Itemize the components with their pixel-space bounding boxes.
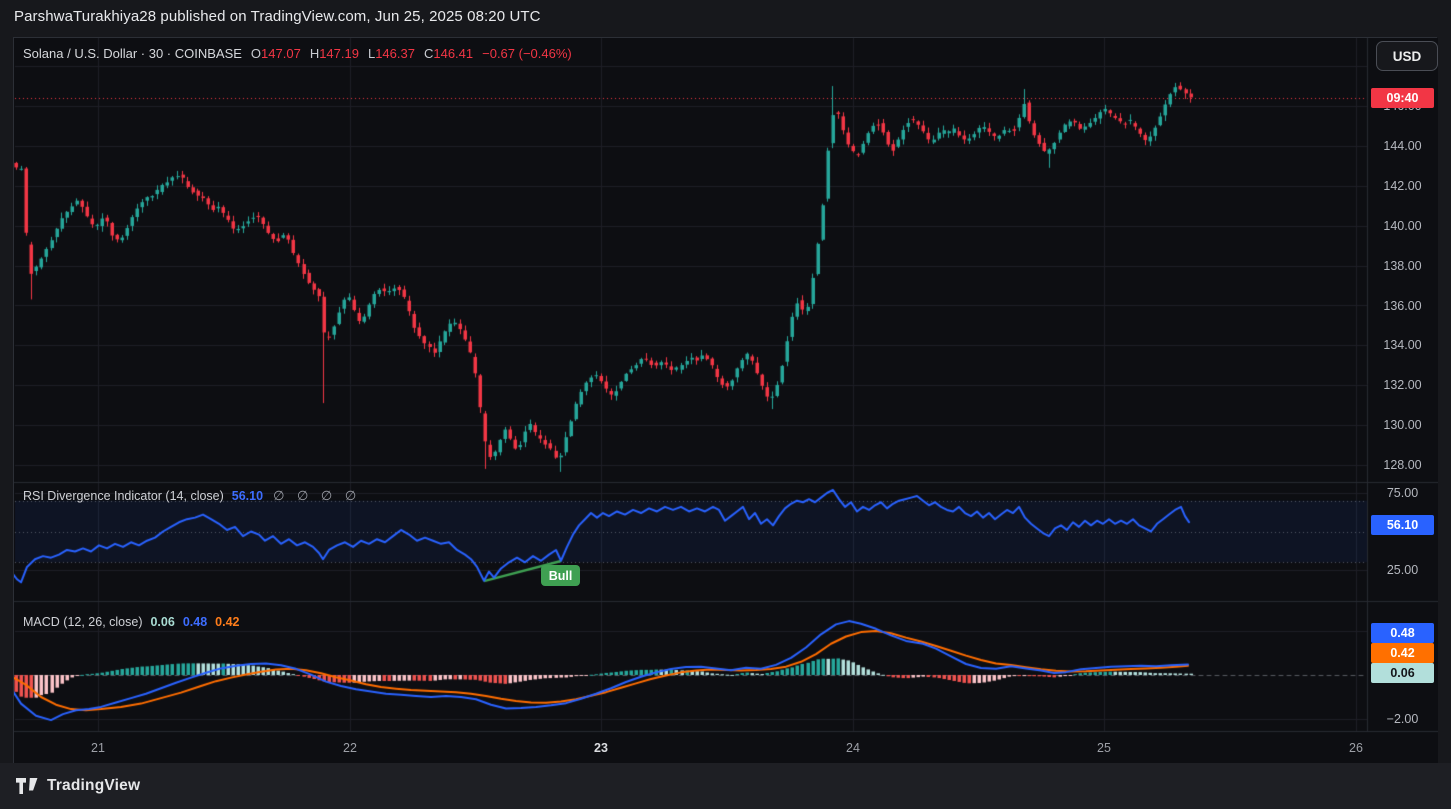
time-axis-label: 23 bbox=[579, 741, 623, 755]
macd-hist-value: 0.06 bbox=[150, 615, 174, 629]
axis-tick-label: 144.00 bbox=[1367, 139, 1438, 153]
axis-tick-label: −2.00 bbox=[1367, 712, 1438, 726]
macd-indicator-title[interactable]: MACD (12, 26, close) bbox=[23, 615, 142, 629]
rsi-legend: RSI Divergence Indicator (14, close) 56.1… bbox=[23, 488, 356, 504]
axis-tick-label: 75.00 bbox=[1367, 486, 1438, 500]
low-value: 146.37 bbox=[375, 46, 415, 61]
high-label: H bbox=[310, 46, 319, 61]
axis-tick-label: 134.00 bbox=[1367, 338, 1438, 352]
time-axis-label: 21 bbox=[76, 741, 120, 755]
bull-divergence-badge[interactable]: Bull bbox=[541, 565, 580, 586]
chart-canvas[interactable] bbox=[14, 38, 1438, 764]
symbol-title[interactable]: Solana / U.S. Dollar · 30 · COINBASE bbox=[23, 46, 242, 61]
axis-tick-label: 142.00 bbox=[1367, 179, 1438, 193]
chart-container: Solana / U.S. Dollar · 30 · COINBASEO147… bbox=[13, 37, 1437, 763]
rsi-empty-values: ∅ ∅ ∅ ∅ bbox=[273, 488, 356, 503]
time-axis-label: 25 bbox=[1082, 741, 1126, 755]
bottom-bar: TradingView bbox=[0, 763, 1451, 809]
axis-tick-label: 140.00 bbox=[1367, 219, 1438, 233]
time-axis-label: 24 bbox=[831, 741, 875, 755]
symbol-legend: Solana / U.S. Dollar · 30 · COINBASEO147… bbox=[23, 46, 572, 61]
macd-signal-badge: 0.42 bbox=[1371, 643, 1434, 663]
tradingview-logo-icon[interactable] bbox=[16, 778, 38, 795]
axis-tick-label: 136.00 bbox=[1367, 299, 1438, 313]
rsi-indicator-title[interactable]: RSI Divergence Indicator (14, close) bbox=[23, 489, 224, 503]
time-axis-label: 22 bbox=[328, 741, 372, 755]
axis-tick-label: 138.00 bbox=[1367, 259, 1438, 273]
open-value: 147.07 bbox=[261, 46, 301, 61]
attribution-text: ParshwaTurakhiya28 published on TradingV… bbox=[14, 8, 541, 25]
macd-line-value: 0.48 bbox=[183, 615, 207, 629]
high-value: 147.19 bbox=[319, 46, 359, 61]
countdown-badge: 09:40 bbox=[1371, 88, 1434, 108]
axis-tick-label: 25.00 bbox=[1367, 563, 1438, 577]
rsi-value: 56.10 bbox=[232, 489, 263, 503]
close-label: C bbox=[424, 46, 433, 61]
currency-toggle-button[interactable]: USD bbox=[1376, 41, 1438, 71]
macd-line-badge: 0.48 bbox=[1371, 623, 1434, 643]
axis-tick-label: 130.00 bbox=[1367, 418, 1438, 432]
axis-tick-label: 132.00 bbox=[1367, 378, 1438, 392]
axis-tick-label: 128.00 bbox=[1367, 458, 1438, 472]
tradingview-wordmark[interactable]: TradingView bbox=[47, 777, 140, 795]
change-value: −0.67 (−0.46%) bbox=[482, 46, 572, 61]
macd-hist-badge: 0.06 bbox=[1371, 663, 1434, 683]
time-axis-label: 26 bbox=[1334, 741, 1378, 755]
close-value: 146.41 bbox=[433, 46, 473, 61]
open-label: O bbox=[251, 46, 261, 61]
rsi-value-badge: 56.10 bbox=[1371, 515, 1434, 535]
tradingview-snapshot-page: ParshwaTurakhiya28 published on TradingV… bbox=[0, 0, 1451, 809]
macd-legend: MACD (12, 26, close) 0.06 0.48 0.42 bbox=[23, 615, 240, 629]
macd-signal-value: 0.42 bbox=[215, 615, 239, 629]
